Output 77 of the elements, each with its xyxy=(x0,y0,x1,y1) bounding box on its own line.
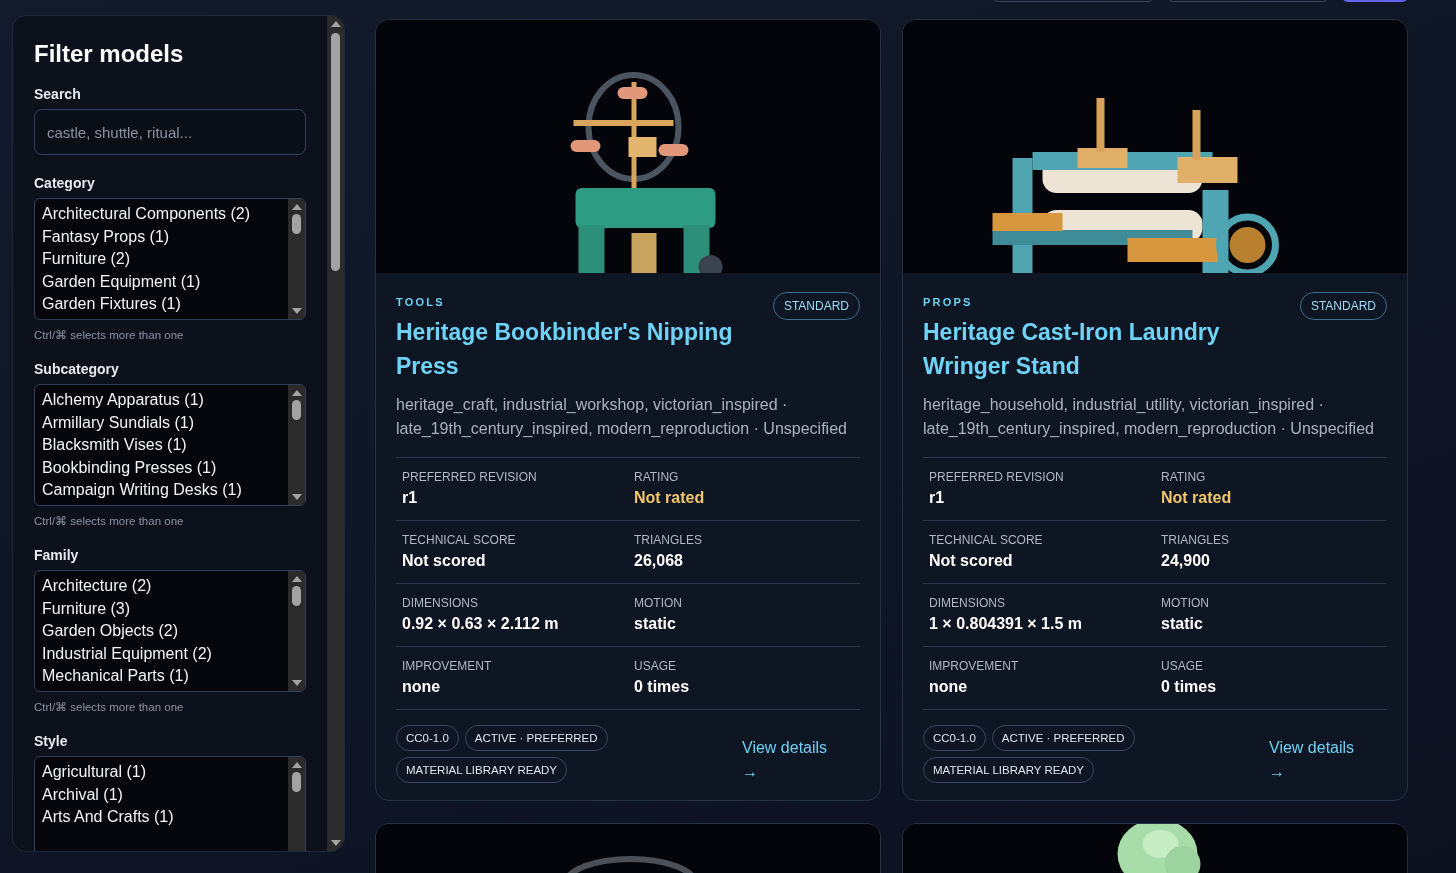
list-option[interactable]: Alchemy Apparatus (1) xyxy=(42,389,288,412)
list-option[interactable]: Garden Equipment (1) xyxy=(42,270,288,293)
multi-select-list[interactable]: Agricultural (1) Archival (1) Arts And Crafts (1) xyxy=(34,756,306,851)
list-option[interactable]: Agricultural (1) xyxy=(42,761,288,784)
stat-label: MOTION xyxy=(1161,596,1210,610)
stat-label: RATING xyxy=(634,470,680,484)
list-scrollbar[interactable] xyxy=(288,199,305,319)
list-option[interactable]: Furniture (3) xyxy=(42,597,288,620)
stat-value: Not rated xyxy=(634,489,706,507)
list-option[interactable]: Furniture (2) xyxy=(42,248,288,271)
stat-label: PREFERRED REVISION xyxy=(929,470,1065,484)
stat-value: r1 xyxy=(929,489,946,507)
list-option[interactable]: Fantasy Props (1) xyxy=(42,225,288,248)
list-scrollbar[interactable] xyxy=(288,757,305,851)
list-option[interactable]: Architecture (2) xyxy=(42,575,288,598)
stat-label: TECHNICAL SCORE xyxy=(929,533,1044,547)
stat-value: 24,900 xyxy=(1161,552,1211,570)
hint-text: Ctrl/⌘ selects more than one xyxy=(34,514,185,528)
field-label: Search xyxy=(34,86,82,102)
model-tags-text: heritage_household, industrial_utility, victorian_inspired · late_19th_century_inspired, modern_reproduction · Unspecified xyxy=(923,395,1375,439)
stat-value: 1 × 0.804391 × 1.5 m xyxy=(929,615,1083,633)
list-option[interactable]: Bookbinding Presses (1) xyxy=(42,456,288,479)
stat-value: 0.92 × 0.63 × 2.112 m xyxy=(402,615,560,633)
field-label: Family xyxy=(34,547,80,563)
stat-label: TRIANGLES xyxy=(634,533,703,547)
list-option[interactable]: Arts And Crafts (1) xyxy=(42,806,288,829)
panel-title: Filter models xyxy=(34,40,185,68)
stat-label: IMPROVEMENT xyxy=(929,659,1020,673)
category-label: PROPS xyxy=(923,296,974,308)
multi-select-list[interactable]: Architecture (2) Furniture (3) Garden Objects (2) Industrial Equipment (2) Mechanical Parts (1) xyxy=(34,570,306,692)
list-option[interactable]: Mechanical Parts (1) xyxy=(42,665,288,688)
list-option[interactable]: Blacksmith Vises (1) xyxy=(42,434,288,457)
stat-value: static xyxy=(634,615,677,633)
list-scrollbar[interactable] xyxy=(288,571,305,691)
list-option[interactable]: Architectural Components (2) xyxy=(42,203,288,226)
view-details-link[interactable]: View details → xyxy=(1269,736,1369,784)
field-label: Category xyxy=(34,175,96,191)
stat-label: USAGE xyxy=(634,659,677,673)
model-title[interactable]: Heritage Bookbinder's Nipping Press xyxy=(396,315,773,383)
list-option[interactable]: Garden Objects (2) xyxy=(42,620,288,643)
list-option[interactable]: Industrial Equipment (2) xyxy=(42,642,288,665)
list-option[interactable]: Campaign Writing Desks (1) xyxy=(42,479,288,502)
stat-value: none xyxy=(929,678,969,696)
multi-select-list[interactable]: Alchemy Apparatus (1) Armillary Sundials (1) Blacksmith Vises (1) Bookbinding Presses (1) Campaign Writing Desks (1) xyxy=(34,384,306,506)
panel-scrollbar[interactable] xyxy=(327,16,344,851)
stat-value: r1 xyxy=(402,489,419,507)
field-label: Subcategory xyxy=(34,361,120,377)
list-option[interactable]: Archival (1) xyxy=(42,783,288,806)
list-scrollbar[interactable] xyxy=(288,385,305,505)
stat-label: TECHNICAL SCORE xyxy=(402,533,517,547)
view-details-link[interactable]: View details → xyxy=(742,736,842,784)
multi-select-list[interactable]: Architectural Components (2) Fantasy Props (1) Furniture (2) Garden Equipment (1) Garden Fixtures (1) xyxy=(34,198,306,320)
stat-label: MOTION xyxy=(634,596,683,610)
stat-value: static xyxy=(1161,615,1204,633)
stat-value: 26,068 xyxy=(634,552,684,570)
model-title[interactable]: Heritage Cast-Iron Laundry Wringer Stand xyxy=(923,315,1300,383)
stat-label: DIMENSIONS xyxy=(929,596,1006,610)
hint-text: Ctrl/⌘ selects more than one xyxy=(34,700,185,714)
stat-label: TRIANGLES xyxy=(1161,533,1230,547)
list-option[interactable]: Garden Fixtures (1) xyxy=(42,293,288,316)
stat-value: Not scored xyxy=(929,552,1014,570)
stat-value: none xyxy=(402,678,442,696)
stat-value: 0 times xyxy=(634,678,691,696)
model-tags-text: heritage_craft, industrial_workshop, victorian_inspired · late_19th_century_inspired, modern_reproduction · Unspecified xyxy=(396,395,848,439)
stat-value: Not scored xyxy=(402,552,487,570)
field-label: Style xyxy=(34,733,69,749)
stat-label: IMPROVEMENT xyxy=(402,659,493,673)
stat-label: RATING xyxy=(1161,470,1207,484)
stat-label: USAGE xyxy=(1161,659,1204,673)
list-option[interactable]: Armillary Sundials (1) xyxy=(42,411,288,434)
hint-text: Ctrl/⌘ selects more than one xyxy=(34,328,185,342)
stat-value: 0 times xyxy=(1161,678,1218,696)
stat-label: DIMENSIONS xyxy=(402,596,479,610)
search-field[interactable]: castle, shuttle, ritual... xyxy=(34,109,306,155)
category-label: TOOLS xyxy=(396,296,446,308)
stat-value: Not rated xyxy=(1161,489,1233,507)
stat-label: PREFERRED REVISION xyxy=(402,470,538,484)
